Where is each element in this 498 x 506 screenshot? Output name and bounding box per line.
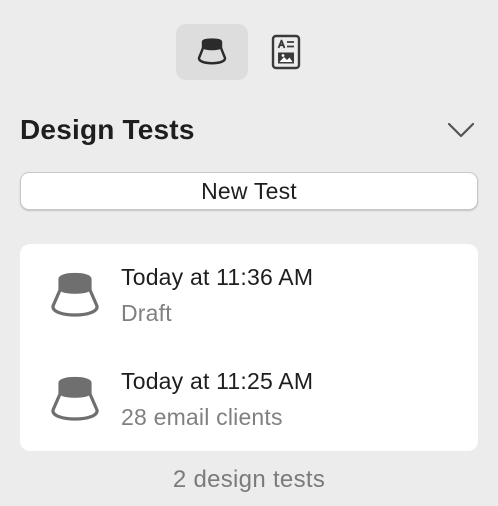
design-tests-list: Today at 11:36 AM Draft Today at 11:25 A… (20, 244, 478, 451)
list-item[interactable]: Today at 11:25 AM 28 email clients (20, 362, 478, 450)
view-switcher (0, 24, 498, 80)
section-header: Design Tests (20, 110, 478, 154)
design-tests-count: 2 design tests (172, 466, 326, 493)
design-test-icon (51, 272, 99, 317)
collapse-toggle[interactable] (446, 118, 476, 142)
preview-tab[interactable] (250, 24, 322, 80)
design-test-icon (197, 38, 227, 65)
preview-document-icon (271, 34, 301, 70)
test-timestamp: Today at 11:25 AM (121, 368, 314, 394)
design-tests-tab[interactable] (176, 24, 248, 80)
test-status: 28 email clients (121, 404, 283, 430)
test-status: Draft (121, 300, 172, 326)
design-test-icon (51, 376, 99, 421)
chevron-down-icon (447, 122, 475, 138)
test-timestamp: Today at 11:36 AM (121, 264, 314, 290)
new-test-button[interactable]: New Test (20, 172, 478, 210)
section-title: Design Tests (20, 114, 195, 145)
list-item[interactable]: Today at 11:36 AM Draft (20, 258, 478, 346)
